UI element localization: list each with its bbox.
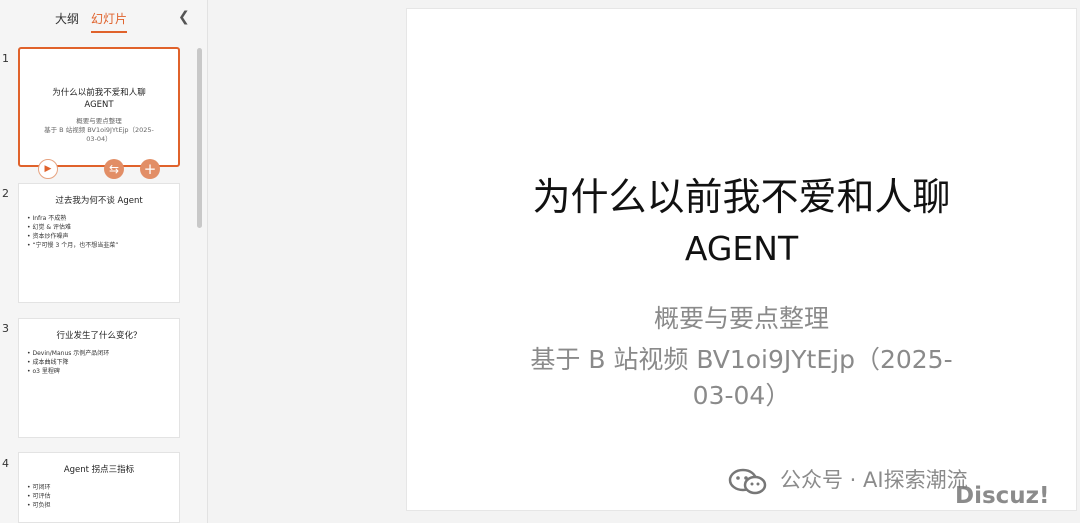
- bullet: 可负担: [27, 501, 50, 510]
- slide-thumbnail-1[interactable]: 为什么以前我不爱和人聊 AGENT 概要与要点整理 基于 B 站视频 BV1oi…: [18, 47, 180, 167]
- wechat-icon: [728, 468, 767, 495]
- thumb-title: 为什么以前我不爱和人聊 AGENT: [52, 88, 146, 110]
- chevron-left-icon[interactable]: ❮: [178, 9, 190, 25]
- slide-subtitle: 概要与要点整理: [653, 304, 829, 333]
- thumb-subtitle: 概要与要点整理 基于 B 站视频 BV1oi9JYtEjp（2025- 03-0…: [44, 117, 154, 143]
- slide-panel: 大纲 幻灯片 ❮ 1 为什么以前我不爱和人聊 AGENT 概要与要点整理 基于 …: [0, 0, 208, 523]
- watermark-text: 公众号 · AI探索潮流: [780, 468, 968, 492]
- slide-source: 基于 B 站视频 BV1oi9JYtEjp（2025- 03-04）: [530, 345, 953, 410]
- bullet: 资本炒作噪声: [27, 232, 118, 241]
- slide-thumbnail-3[interactable]: 行业发生了什么变化？ Devin/Manus 示例产品闭环 成本曲线下降 o3 …: [18, 318, 180, 438]
- slide-number: 2: [2, 187, 9, 200]
- panel-tabs: 大纲 幻灯片: [55, 10, 128, 33]
- slide-canvas[interactable]: 为什么以前我不爱和人聊 AGENT 概要与要点整理 基于 B 站视频 BV1oi…: [406, 8, 1077, 511]
- shuffle-icon[interactable]: ⇆: [104, 159, 124, 179]
- bullet: 可闭环: [27, 483, 50, 492]
- bullet: “宁可慢 3 个月，也不想当韭菜”: [27, 241, 118, 250]
- tab-outline[interactable]: 大纲: [55, 10, 79, 33]
- play-icon[interactable]: ▶: [38, 159, 58, 179]
- plus-icon[interactable]: +: [140, 159, 160, 179]
- slide-title-agent: AGENT: [684, 229, 799, 268]
- slide-number: 4: [2, 457, 9, 470]
- thumb-title: Agent 拐点三指标: [63, 465, 135, 475]
- thumb-title: 行业发生了什么变化？: [56, 331, 142, 341]
- bullet: 幻觉 & 评估难: [27, 223, 118, 232]
- panel-scrollbar[interactable]: [197, 48, 202, 228]
- thumb-bullets: Infra 不成熟 幻觉 & 评估难 资本炒作噪声 “宁可慢 3 个月，也不想当…: [27, 214, 118, 250]
- bullet: 成本曲线下降: [27, 358, 109, 367]
- slide-number: 1: [2, 52, 9, 65]
- thumb-bullets: Devin/Manus 示例产品闭环 成本曲线下降 o3 里程碑: [27, 349, 109, 376]
- discuz-watermark: Discuz!: [955, 483, 1050, 509]
- slide-number: 3: [2, 322, 9, 335]
- tab-slides[interactable]: 幻灯片: [91, 10, 128, 33]
- bullet: o3 里程碑: [27, 367, 109, 376]
- thumb-title: 过去我为何不谈 Agent: [55, 196, 143, 206]
- slide-thumbnail-2[interactable]: 过去我为何不谈 Agent Infra 不成熟 幻觉 & 评估难 资本炒作噪声 …: [18, 183, 180, 303]
- bullet: 可评估: [27, 492, 50, 501]
- thumb-bullets: 可闭环 可评估 可负担: [27, 483, 50, 510]
- bullet: Infra 不成熟: [27, 214, 118, 223]
- bullet: Devin/Manus 示例产品闭环: [27, 349, 109, 358]
- slide-title: 为什么以前我不爱和人聊: [532, 175, 951, 219]
- slide-thumbnail-4[interactable]: Agent 拐点三指标 可闭环 可评估 可负担: [18, 452, 180, 523]
